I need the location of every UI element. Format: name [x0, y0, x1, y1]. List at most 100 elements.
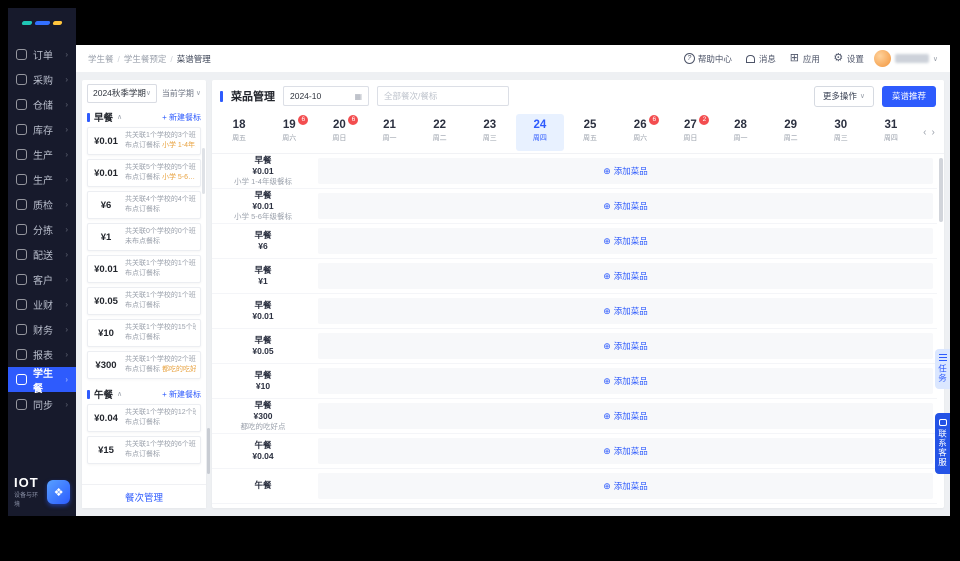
add-dish-link[interactable]: ⊕ 添加菜品: [603, 445, 648, 457]
next-week-icon[interactable]: ›: [932, 127, 935, 138]
chevron-right-icon: ›: [65, 175, 68, 184]
add-dish-link[interactable]: ⊕ 添加菜品: [603, 165, 648, 177]
sidebar-item[interactable]: 客户 ›: [8, 267, 76, 292]
add-dish-link[interactable]: ⊕ 添加菜品: [603, 410, 648, 422]
sidebar-item[interactable]: 财务 ›: [8, 317, 76, 342]
add-dish-zone[interactable]: ⊕ 添加菜品: [318, 263, 933, 289]
new-meal-standard-link[interactable]: + 新建餐标: [162, 389, 201, 400]
add-dish-link[interactable]: ⊕ 添加菜品: [603, 305, 648, 317]
add-dish-link[interactable]: ⊕ 添加菜品: [603, 200, 648, 212]
search-input[interactable]: [377, 86, 509, 106]
meal-standard-card[interactable]: ¥0.01 共关联1个学校的3个班级 布点订餐标 小学 1-4年…: [87, 127, 201, 155]
meal-standard-card[interactable]: ¥0.04 共关联1个学校的12个班级 布点订餐标: [87, 404, 201, 432]
add-dish-zone[interactable]: ⊕ 添加菜品: [318, 403, 933, 429]
sidebar-item[interactable]: 质检 ›: [8, 192, 76, 217]
meal-standard-panel: 2024秋季学期 ∨ 当前学期 ∨ 早餐 ∧ + 新建餐标 ¥0.01 共关联1…: [82, 80, 206, 508]
add-dish-link[interactable]: ⊕ 添加菜品: [603, 235, 648, 247]
add-dish-link[interactable]: ⊕ 添加菜品: [603, 375, 648, 387]
sidebar-item[interactable]: 库存 ›: [8, 117, 76, 142]
tasks-float-tab[interactable]: 任务: [935, 349, 950, 389]
meal-standard-card[interactable]: ¥0.05 共关联1个学校的1个班级 布点订餐标: [87, 287, 201, 315]
dish-row: 早餐 ¥0.01 ⊕ 添加菜品: [212, 294, 937, 329]
topbar-action[interactable]: 消息: [745, 53, 776, 65]
day-weekday: 周六: [282, 134, 297, 142]
sidebar-item[interactable]: 学生餐 ›: [8, 367, 76, 395]
meal-section-header: 早餐 ∧ + 新建餐标: [82, 106, 206, 127]
apps-grid-icon: [789, 53, 800, 64]
add-dish-zone[interactable]: ⊕ 添加菜品: [318, 438, 933, 464]
add-dish-zone[interactable]: ⊕ 添加菜品: [318, 298, 933, 324]
gap-scrollbar[interactable]: [207, 428, 210, 474]
meal-standard-card[interactable]: ¥0.01 共关联1个学校的1个班级 布点订餐标: [87, 255, 201, 283]
calendar-day[interactable]: 30 周三: [817, 114, 865, 151]
breadcrumb-item[interactable]: 学生餐: [88, 53, 114, 65]
calendar-day[interactable]: 2 27 周日: [666, 114, 714, 151]
meal-price: ¥300: [95, 359, 117, 371]
add-dish-link[interactable]: ⊕ 添加菜品: [603, 340, 648, 352]
sidebar-item[interactable]: 采购 ›: [8, 67, 76, 92]
sidebar-item[interactable]: 订单 ›: [8, 42, 76, 67]
calendar-day[interactable]: 21 周一: [365, 114, 413, 151]
sidebar-item[interactable]: 同步 ›: [8, 392, 76, 417]
meal-times-manage-button[interactable]: 餐次管理: [82, 484, 206, 508]
menu-icon: [16, 224, 27, 235]
sidebar-item[interactable]: 仓储 ›: [8, 92, 76, 117]
sidebar-item[interactable]: 配送 ›: [8, 242, 76, 267]
more-actions-button[interactable]: 更多操作 ∨: [813, 85, 874, 107]
month-picker[interactable]: 2024-10 ▦: [283, 86, 369, 106]
meal-card-line2: 布点订餐标 小学 1-4年…: [125, 141, 196, 151]
user-menu[interactable]: ∨: [873, 50, 938, 67]
add-dish-link[interactable]: ⊕ 添加菜品: [603, 270, 648, 282]
add-dish-zone[interactable]: ⊕ 添加菜品: [318, 368, 933, 394]
sidebar-item[interactable]: 分拣 ›: [8, 217, 76, 242]
recipe-recommend-button[interactable]: 菜谱推荐: [881, 85, 936, 107]
add-dish-zone[interactable]: ⊕ 添加菜品: [318, 193, 933, 219]
calendar-day[interactable]: 31 周四: [867, 114, 915, 151]
calendar-day[interactable]: 24 周四: [515, 114, 564, 151]
accent-bar: [220, 90, 223, 102]
meal-standard-card[interactable]: ¥300 共关联1个学校的2个班级 布点订餐标 都吃的吃好点: [87, 351, 201, 379]
add-dish-link[interactable]: ⊕ 添加菜品: [603, 480, 648, 492]
sidebar-item[interactable]: 生产 ›: [8, 142, 76, 167]
calendar-day[interactable]: 25 周五: [566, 114, 614, 151]
plus-circle-icon: ⊕: [603, 375, 611, 386]
new-meal-standard-link[interactable]: + 新建餐标: [162, 112, 201, 123]
calendar-day[interactable]: 29 周二: [767, 114, 815, 151]
calendar-day[interactable]: 18 周五: [215, 114, 263, 151]
menu-icon: [16, 199, 27, 210]
calendar-day[interactable]: 22 周二: [416, 114, 464, 151]
prev-week-icon[interactable]: ‹: [923, 127, 926, 138]
calendar-day[interactable]: 6 20 周日: [315, 114, 363, 151]
meal-standard-card[interactable]: ¥10 共关联1个学校的15个班级 布点订餐标: [87, 319, 201, 347]
calendar-day[interactable]: 23 周三: [466, 114, 514, 151]
breadcrumb-item[interactable]: 菜谱管理: [166, 53, 211, 65]
meal-standard-card[interactable]: ¥0.01 共关联5个学校的5个班级 布点订餐标 小学 5-6…: [87, 159, 201, 187]
calendar-day[interactable]: 6 19 周六: [265, 114, 313, 151]
dish-row-header: 早餐 ¥10: [212, 370, 314, 392]
left-panel-scrollbar[interactable]: [202, 148, 205, 194]
add-dish-zone[interactable]: ⊕ 添加菜品: [318, 228, 933, 254]
main-panel-scrollbar[interactable]: [939, 158, 943, 222]
topbar-action[interactable]: 帮助中心: [683, 53, 732, 65]
add-dish-zone[interactable]: ⊕ 添加菜品: [318, 473, 933, 499]
sidebar-item[interactable]: 报表 ›: [8, 342, 76, 367]
chevron-up-icon[interactable]: ∧: [117, 390, 122, 398]
meal-card-tag: 小学 5-6…: [161, 174, 196, 181]
row-meal-name: 早餐: [254, 229, 272, 240]
add-dish-zone[interactable]: ⊕ 添加菜品: [318, 158, 933, 184]
semester-scope-select[interactable]: 当前学期 ∨: [162, 88, 201, 99]
sidebar-item[interactable]: 业财 ›: [8, 292, 76, 317]
topbar-action[interactable]: 应用: [789, 53, 820, 65]
calendar-day[interactable]: 28 周一: [716, 114, 764, 151]
meal-standard-card[interactable]: ¥1 共关联0个学校的0个班级 未布点餐标: [87, 223, 201, 251]
topbar-action[interactable]: 设置: [833, 53, 864, 65]
breadcrumb-item[interactable]: 学生餐预定: [114, 53, 167, 65]
semester-select[interactable]: 2024秋季学期 ∨: [87, 83, 157, 103]
meal-standard-card[interactable]: ¥15 共关联1个学校的6个班级 布点订餐标: [87, 436, 201, 464]
calendar-day[interactable]: 6 26 周六: [616, 114, 664, 151]
meal-standard-card[interactable]: ¥6 共关联4个学校的4个班级 布点订餐标: [87, 191, 201, 219]
contact-support-float-tab[interactable]: 联系客服: [935, 413, 950, 474]
add-dish-zone[interactable]: ⊕ 添加菜品: [318, 333, 933, 359]
sidebar-item[interactable]: 生产 ›: [8, 167, 76, 192]
chevron-up-icon[interactable]: ∧: [117, 113, 122, 121]
